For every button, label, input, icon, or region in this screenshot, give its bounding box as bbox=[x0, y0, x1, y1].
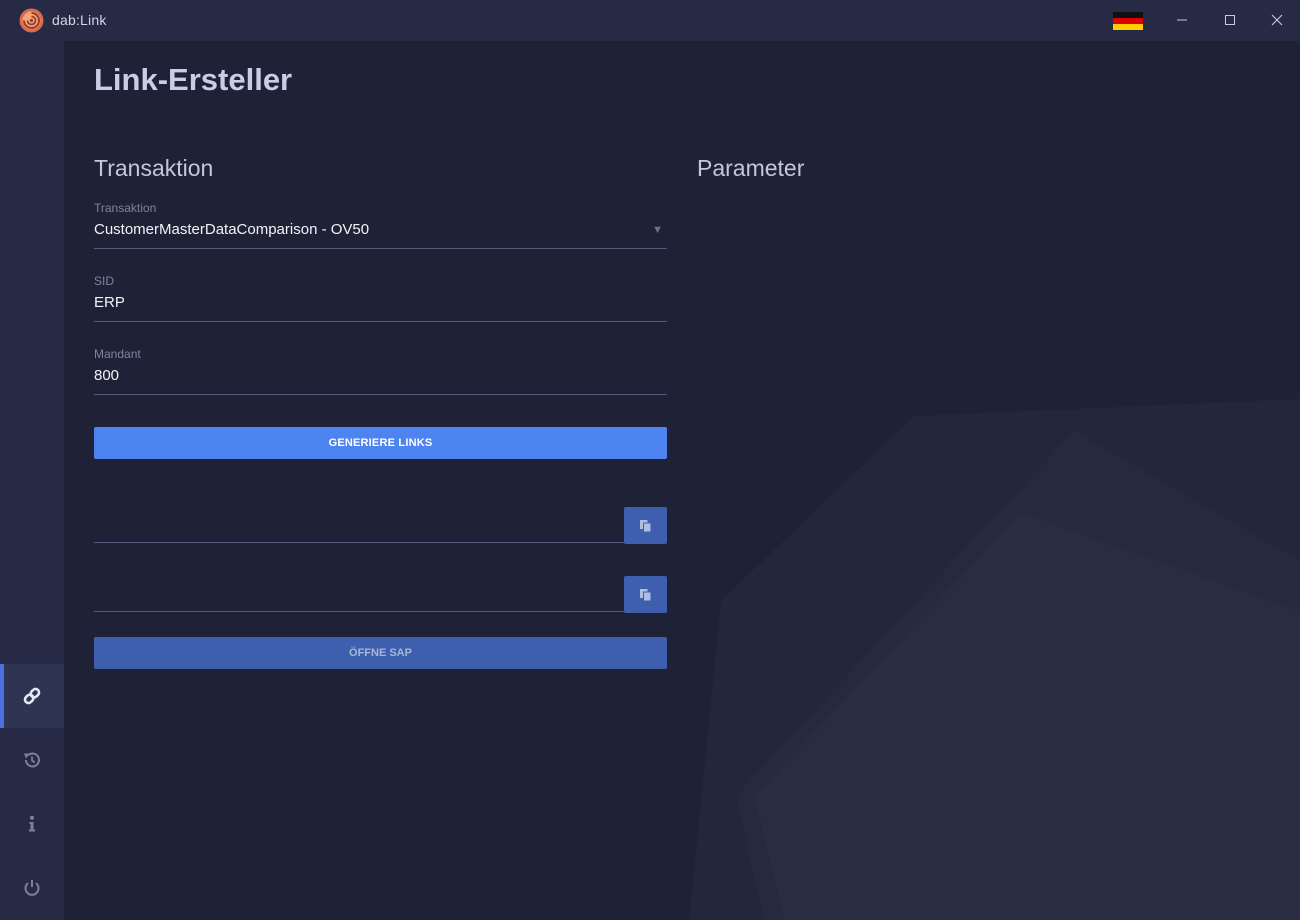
link-row-2 bbox=[94, 576, 667, 613]
copy-link-button-2[interactable] bbox=[624, 576, 667, 613]
minimize-button[interactable] bbox=[1172, 10, 1192, 30]
transaction-label: Transaktion bbox=[94, 201, 157, 215]
page-title: Link-Ersteller bbox=[94, 62, 293, 97]
maximize-button[interactable] bbox=[1220, 10, 1240, 30]
link-row-1 bbox=[94, 507, 667, 544]
link-output-field-2[interactable] bbox=[94, 576, 624, 612]
title-bar: dab:Link bbox=[0, 0, 1300, 41]
generate-links-button[interactable]: GENERIERE LINKS bbox=[94, 427, 667, 459]
mandant-value: 800 bbox=[94, 367, 120, 384]
sid-label: SID bbox=[94, 274, 115, 288]
maximize-icon bbox=[1225, 15, 1235, 25]
app-logo-icon bbox=[19, 8, 44, 33]
sid-field[interactable]: SID ERP bbox=[94, 274, 667, 322]
mandant-underline bbox=[94, 394, 667, 395]
sidebar-item-info[interactable] bbox=[0, 792, 64, 856]
sidebar-item-link[interactable] bbox=[0, 664, 64, 728]
info-icon bbox=[29, 815, 35, 832]
mandant-field[interactable]: Mandant 800 bbox=[94, 347, 667, 395]
background-decoration bbox=[64, 41, 1300, 920]
sid-value: ERP bbox=[94, 294, 125, 311]
link-icon bbox=[23, 687, 41, 705]
copy-link-button-1[interactable] bbox=[624, 507, 667, 544]
sidebar-item-power[interactable] bbox=[0, 856, 64, 920]
parameter-section-title: Parameter bbox=[697, 155, 805, 181]
sid-underline bbox=[94, 321, 667, 322]
transaction-section-title: Transaktion bbox=[94, 155, 214, 181]
open-sap-button[interactable]: ÖFFNE SAP bbox=[94, 637, 667, 669]
mandant-label: Mandant bbox=[94, 347, 141, 361]
transaction-select[interactable]: Transaktion CustomerMasterDataComparison… bbox=[94, 201, 667, 249]
app-title: dab:Link bbox=[52, 12, 107, 28]
copy-icon bbox=[640, 588, 652, 601]
history-icon bbox=[24, 752, 40, 768]
transaction-underline bbox=[94, 248, 667, 249]
sidebar bbox=[0, 41, 64, 920]
close-button[interactable] bbox=[1267, 10, 1287, 30]
transaction-value: CustomerMasterDataComparison - OV50 bbox=[94, 221, 370, 238]
power-icon bbox=[24, 880, 40, 896]
copy-icon bbox=[640, 519, 652, 532]
link-output-field-1[interactable] bbox=[94, 507, 624, 543]
chevron-down-icon: ▼ bbox=[652, 224, 663, 236]
minimize-icon bbox=[1177, 19, 1187, 21]
sidebar-item-history[interactable] bbox=[0, 728, 64, 792]
close-icon bbox=[1271, 14, 1283, 26]
language-flag-icon[interactable] bbox=[1113, 12, 1143, 30]
